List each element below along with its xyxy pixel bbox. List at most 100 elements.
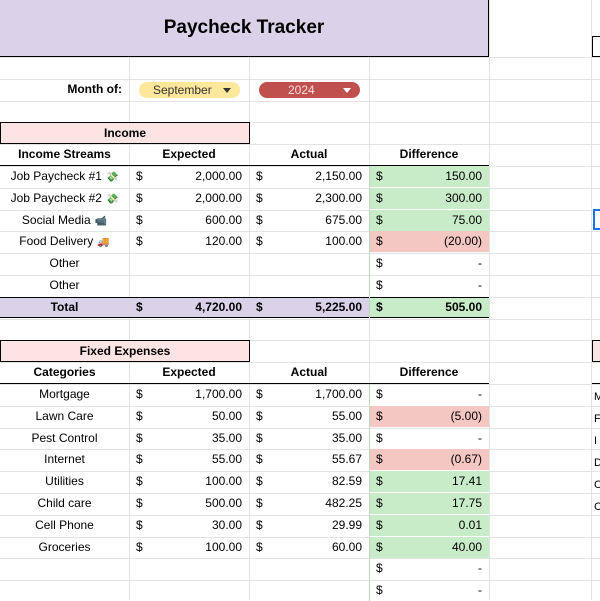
video-icon: 📹 (94, 215, 108, 227)
row-name[interactable]: Other (0, 275, 129, 296)
actual-value[interactable]: 55.00 (269, 406, 369, 427)
row-name[interactable] (0, 558, 129, 579)
difference-value: - (478, 278, 482, 292)
actual-value[interactable]: 55.67 (269, 449, 369, 470)
chevron-down-icon (343, 88, 351, 93)
row-name[interactable]: Groceries (0, 537, 129, 558)
expected-value[interactable]: 100.00 (149, 471, 249, 492)
currency-symbol: $ (136, 431, 143, 445)
difference-border (369, 537, 370, 558)
year-value: 2024 (288, 83, 315, 97)
expected-value[interactable]: 600.00 (149, 210, 249, 231)
row-name[interactable]: Internet (0, 449, 129, 470)
row-name[interactable]: Pest Control (0, 428, 129, 449)
row-name[interactable]: Social Media 📹 (0, 210, 129, 231)
total-label[interactable]: Total (0, 297, 129, 318)
expected-value[interactable]: 55.00 (149, 449, 249, 470)
row-name[interactable]: Job Paycheck #1 💸 (0, 166, 129, 187)
actual-value[interactable]: 82.59 (269, 471, 369, 492)
difference-border (369, 580, 370, 601)
actual-value[interactable]: 675.00 (269, 210, 369, 231)
money-icon: 💸 (105, 172, 119, 183)
currency-symbol: $ (136, 190, 143, 205)
adjacent-column-text: C (594, 479, 600, 491)
currency-symbol: $ (376, 256, 383, 271)
actual-value[interactable]: 1,700.00 (269, 384, 369, 405)
adjacent-table-edge (592, 36, 600, 57)
difference-value: - (478, 431, 482, 445)
year-dropdown[interactable]: 2024 (259, 82, 360, 98)
expected-value[interactable]: 120.00 (149, 231, 249, 252)
row-name[interactable]: Cell Phone (0, 515, 129, 536)
currency-symbol: $ (256, 431, 263, 445)
month-dropdown[interactable]: September (139, 82, 240, 98)
income-column-header: Actual (290, 147, 328, 161)
currency-symbol: $ (376, 452, 383, 466)
currency-symbol: $ (256, 212, 263, 227)
currency-symbol: $ (376, 169, 383, 183)
actual-value[interactable]: 2,150.00 (269, 166, 369, 187)
fixed-column-header: Categories (33, 365, 96, 379)
expected-value[interactable]: 35.00 (149, 428, 249, 449)
month-label: Month of: (67, 82, 122, 96)
currency-symbol: $ (256, 474, 263, 488)
adjacent-column-text: D (594, 457, 600, 469)
row-name[interactable]: Other (0, 253, 129, 274)
currency-symbol: $ (256, 300, 263, 314)
row-name[interactable]: Mortgage (0, 384, 129, 405)
adjacent-column-text: F (594, 413, 600, 425)
expected-value[interactable]: 2,000.00 (149, 166, 249, 187)
difference-value: 75.00 (451, 212, 482, 227)
fixed-column-header: Difference (399, 365, 459, 379)
difference-border (369, 471, 370, 492)
actual-value[interactable]: 482.25 (269, 493, 369, 514)
actual-value[interactable]: 2,300.00 (269, 188, 369, 209)
expected-value[interactable]: 500.00 (149, 493, 249, 514)
expected-value[interactable]: 30.00 (149, 515, 249, 536)
spreadsheet-grid[interactable]: Paycheck Tracker Month of: September 2024 In… (0, 0, 600, 601)
actual-value[interactable]: 35.00 (269, 428, 369, 449)
expected-value[interactable]: 100.00 (149, 537, 249, 558)
currency-symbol: $ (376, 409, 383, 423)
currency-symbol: $ (136, 212, 143, 227)
difference-border (369, 275, 370, 296)
difference-border (369, 231, 370, 253)
currency-symbol: $ (256, 496, 263, 510)
chevron-down-icon (223, 88, 231, 93)
currency-symbol: $ (376, 496, 383, 510)
difference-value: 505.00 (445, 300, 482, 314)
expected-value[interactable]: 1,700.00 (149, 384, 249, 405)
expected-value[interactable]: 4,720.00 (149, 297, 249, 318)
income-column-header: Difference (399, 147, 459, 161)
actual-value[interactable]: 60.00 (269, 537, 369, 558)
currency-symbol: $ (136, 518, 143, 532)
row-name[interactable]: Utilities (0, 471, 129, 492)
difference-border (369, 187, 370, 209)
row-name[interactable]: Job Paycheck #2 💸 (0, 188, 129, 209)
difference-border (369, 558, 370, 579)
currency-symbol: $ (376, 561, 383, 575)
actual-value[interactable]: 29.99 (269, 515, 369, 536)
currency-symbol: $ (376, 431, 383, 445)
currency-symbol: $ (136, 234, 143, 249)
currency-symbol: $ (376, 540, 383, 554)
currency-symbol: $ (256, 190, 263, 205)
actual-value[interactable]: 100.00 (269, 231, 369, 252)
fixed-column-header: Actual (290, 365, 328, 379)
expected-value[interactable]: 50.00 (149, 406, 249, 427)
currency-symbol: $ (136, 540, 143, 554)
row-name[interactable] (0, 580, 129, 601)
selected-cell-edge[interactable] (593, 209, 600, 230)
actual-value[interactable]: 5,225.00 (269, 297, 369, 318)
expected-value[interactable]: 2,000.00 (149, 188, 249, 209)
difference-value: 40.00 (451, 540, 482, 554)
row-name[interactable]: Child care (0, 493, 129, 514)
difference-value: 17.41 (451, 474, 482, 488)
difference-border (369, 515, 370, 536)
adjacent-column-text: M (594, 391, 600, 403)
row-name[interactable]: Food Delivery 🚚 (0, 231, 129, 252)
row-name[interactable]: Lawn Care (0, 406, 129, 427)
difference-border (369, 166, 370, 187)
income-column-header: Income Streams (18, 147, 111, 161)
currency-symbol: $ (136, 474, 143, 488)
